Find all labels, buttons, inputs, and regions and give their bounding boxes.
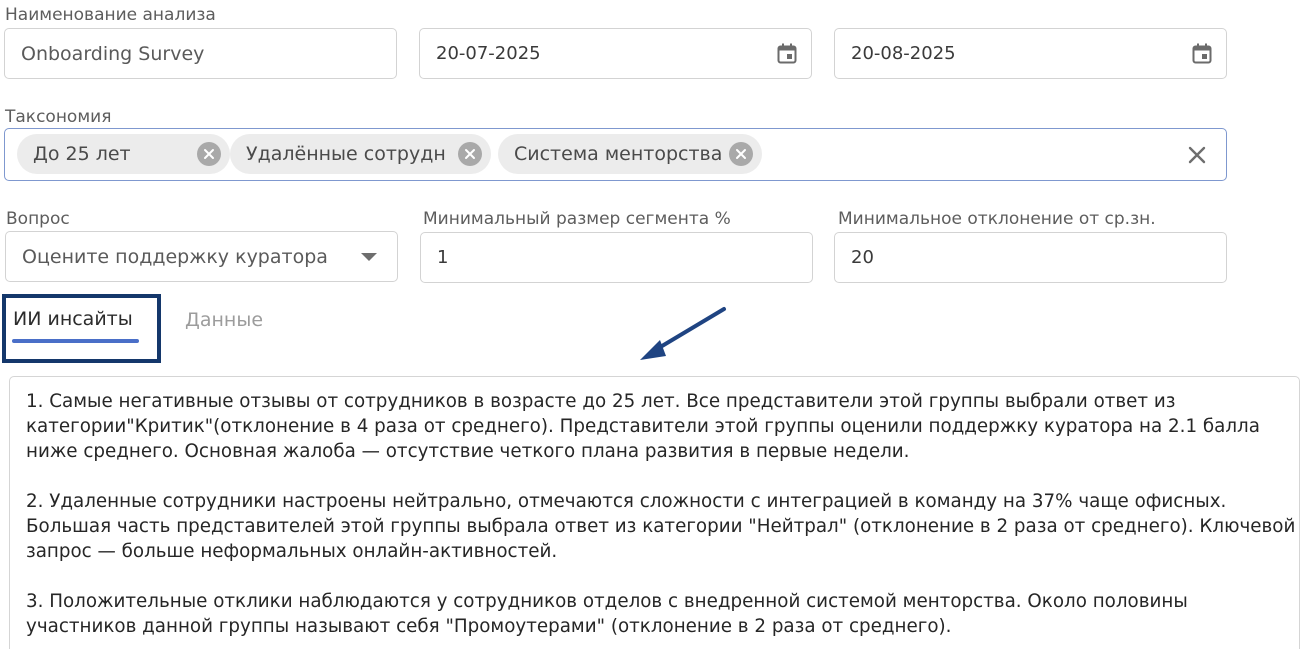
tab-ai-insights[interactable]: ИИ инсайты (13, 308, 133, 330)
analysis-name-value: Onboarding Survey (21, 42, 205, 65)
close-circle-icon[interactable] (458, 142, 482, 166)
insight-paragraph: 3. Положительные отклики наблюдаются у с… (26, 591, 1188, 637)
question-label: Вопрос (6, 209, 70, 229)
chip-label: До 25 лет (33, 143, 131, 165)
analysis-name-input[interactable]: Onboarding Survey (4, 28, 397, 79)
min-deviation-label: Минимальное отклонение от ср.зн. (838, 209, 1156, 229)
date-to-input[interactable]: 20-08-2025 (834, 28, 1227, 79)
calendar-icon[interactable] (777, 43, 797, 64)
tab-active-indicator (12, 339, 139, 343)
taxonomy-input[interactable]: До 25 лет Удалённые сотрудн Система мент… (4, 128, 1227, 181)
min-segment-value: 1 (437, 247, 449, 268)
min-deviation-value: 20 (851, 247, 874, 268)
close-circle-icon[interactable] (729, 142, 753, 166)
min-segment-label: Минимальный размер сегмента % (423, 209, 731, 229)
question-select[interactable]: Оцените поддержку куратора (5, 231, 398, 282)
date-from-input[interactable]: 20-07-2025 (419, 28, 812, 79)
date-from-value: 20-07-2025 (436, 43, 541, 64)
close-icon[interactable] (1186, 144, 1208, 166)
insight-paragraph: 2. Удаленные сотрудники настроены нейтра… (26, 491, 1296, 562)
insight-paragraph: 1. Самые негативные отзывы от сотруднико… (26, 391, 1260, 462)
min-segment-input[interactable]: 1 (420, 232, 813, 283)
calendar-icon[interactable] (1192, 43, 1212, 64)
arrow-icon (640, 307, 726, 360)
analysis-name-label: Наименование анализа (5, 5, 216, 25)
chip-label: Система менторства (514, 143, 723, 165)
taxonomy-chip[interactable]: До 25 лет (17, 134, 230, 174)
taxonomy-chip[interactable]: Система менторства (498, 134, 762, 174)
chip-label: Удалённые сотрудн (246, 143, 446, 165)
date-to-value: 20-08-2025 (851, 43, 956, 64)
insights-textarea[interactable]: 1. Самые негативные отзывы от сотруднико… (9, 376, 1300, 649)
question-value: Оцените поддержку куратора (22, 245, 328, 268)
taxonomy-label: Таксономия (5, 107, 112, 127)
taxonomy-chip[interactable]: Удалённые сотрудн (230, 134, 491, 174)
tab-data[interactable]: Данные (185, 309, 263, 331)
close-circle-icon[interactable] (197, 142, 221, 166)
caret-down-icon[interactable] (361, 252, 377, 261)
min-deviation-input[interactable]: 20 (834, 232, 1227, 283)
